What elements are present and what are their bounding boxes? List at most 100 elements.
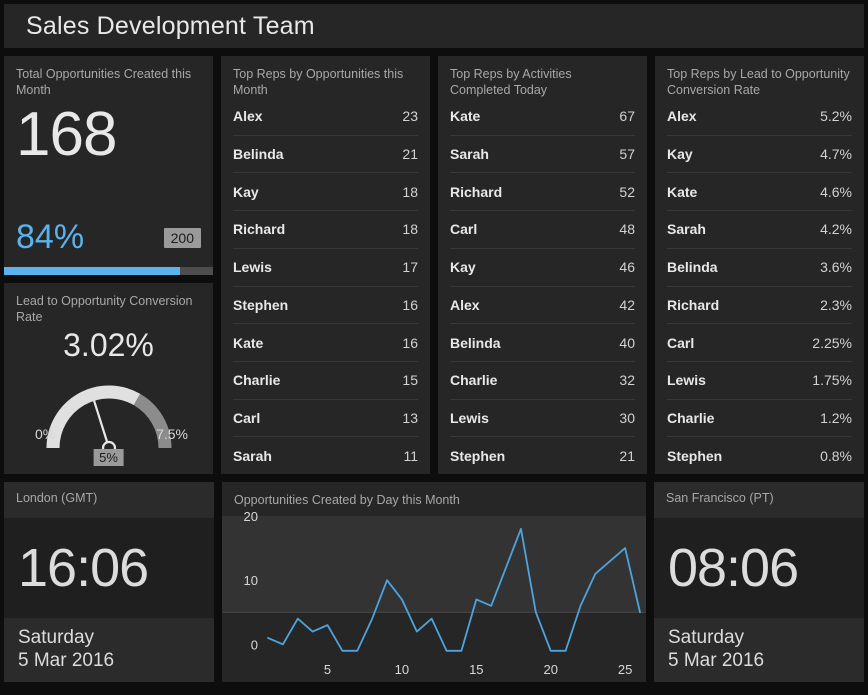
table-row[interactable]: Lewis 30 [450, 399, 635, 437]
chart-x-tick-label: 25 [618, 662, 632, 677]
rep-value: 48 [619, 221, 635, 237]
rep-value: 4.6% [820, 184, 852, 200]
total-opportunities-widget: Total Opportunities Created this Month 1… [4, 56, 213, 275]
table-row[interactable]: Charlie32 [450, 361, 635, 399]
rep-value: 52 [619, 184, 635, 200]
clock-london-datestr: 5 Mar 2016 [18, 649, 200, 672]
target-badge: 200 [164, 228, 201, 248]
table-row[interactable]: Stephen 21 [450, 436, 635, 474]
chart-y-tick-label: 0 [251, 637, 258, 652]
rep-name: Carl [667, 335, 694, 351]
gauge-graphic-wrap: 0% 7.5% 5% [4, 364, 213, 474]
table-row[interactable]: Carl48 [450, 210, 635, 248]
chart-plot-area: 01020510152025 [222, 510, 646, 682]
leaderboard-conversion: Top Reps by Lead to Opportunity Conversi… [655, 56, 864, 474]
gauge-target-badge: 5% [93, 449, 124, 466]
table-row[interactable]: Kay4.7% [667, 135, 852, 173]
table-row[interactable]: Belinda21 [233, 135, 418, 173]
page-title: Sales Development Team [26, 12, 315, 41]
rep-name: Sarah [667, 221, 706, 237]
table-row[interactable]: Kate4.6% [667, 172, 852, 210]
table-row[interactable]: Kay 18 [233, 172, 418, 210]
table-row[interactable]: Belinda40 [450, 323, 635, 361]
rep-name: Charlie [233, 372, 280, 388]
rep-value: 30 [619, 410, 635, 426]
leaderboard-activities: Top Reps by Activities Completed Today K… [438, 56, 647, 474]
rep-value: 46 [619, 259, 635, 275]
rep-value: 18 [402, 221, 418, 237]
rep-name: Kate [233, 335, 263, 351]
rep-name: Stephen [233, 297, 288, 313]
table-row[interactable]: Stephen16 [233, 286, 418, 324]
dashboard-header: Sales Development Team [4, 4, 864, 48]
table-row[interactable]: Charlie1.2% [667, 399, 852, 437]
clock-sf-date: Saturday 5 Mar 2016 [654, 618, 864, 682]
chart-band [222, 516, 646, 612]
total-opportunities-footer: 84% 200 [4, 218, 213, 267]
leaderboard-conversion-title: Top Reps by Lead to Opportunity Conversi… [655, 56, 864, 98]
table-row[interactable]: Lewis17 [233, 248, 418, 286]
table-row[interactable]: Carl2.25% [667, 323, 852, 361]
rep-value: 23 [402, 108, 418, 124]
table-row[interactable]: Kay46 [450, 248, 635, 286]
rep-name: Belinda [450, 335, 501, 351]
table-row[interactable]: Alex42 [450, 286, 635, 324]
leaderboard-opportunities-title: Top Reps by Opportunities this Month [221, 56, 430, 98]
rep-name: Stephen [450, 448, 505, 464]
clock-london-date: Saturday 5 Mar 2016 [4, 618, 214, 682]
chart-title: Opportunities Created by Day this Month [222, 482, 646, 508]
rep-name: Sarah [450, 146, 489, 162]
table-row[interactable]: Alex5.2% [667, 98, 852, 135]
table-row[interactable]: Sarah11 [233, 436, 418, 474]
rep-name: Kay [667, 146, 693, 162]
rep-value: 1.75% [812, 372, 852, 388]
rep-name: Kay [233, 184, 259, 200]
chart-y-tick-label: 20 [244, 510, 258, 524]
rep-name: Charlie [450, 372, 497, 388]
chart-x-tick-label: 15 [469, 662, 483, 677]
rep-value: 42 [619, 297, 635, 313]
leaderboard-opportunities-rows: Alex23Belinda21Kay18Richard18Lewis17Step… [221, 98, 430, 474]
rep-value: 15 [402, 372, 418, 388]
rep-name: Richard [667, 297, 719, 313]
rep-name: Belinda [233, 146, 284, 162]
progress-bar [4, 267, 213, 275]
rep-value: 1.2% [820, 410, 852, 426]
table-row[interactable]: Sarah57 [450, 135, 635, 173]
table-row[interactable]: Charlie 15 [233, 361, 418, 399]
rep-name: Carl [233, 410, 260, 426]
table-row[interactable]: Richard2.3% [667, 286, 852, 324]
rep-value: 13 [402, 410, 418, 426]
clock-london: London (GMT) 16:06 Saturday 5 Mar 2016 [4, 482, 214, 682]
rep-name: Lewis [233, 259, 272, 275]
table-row[interactable]: Richard18 [233, 210, 418, 248]
clock-london-label: London (GMT) [4, 482, 214, 518]
rep-value: 21 [619, 448, 635, 464]
chart-x-tick-label: 5 [324, 662, 331, 677]
total-opportunities-value: 168 [4, 98, 213, 166]
table-row[interactable]: Lewis1.75% [667, 361, 852, 399]
chart-x-tick-label: 10 [395, 662, 409, 677]
rep-value: 18 [402, 184, 418, 200]
gauge-max-label: 7.5% [156, 426, 188, 442]
table-row[interactable]: Carl 13 [233, 399, 418, 437]
clock-sf-datestr: 5 Mar 2016 [668, 649, 850, 672]
clock-sf-time: 08:06 [654, 518, 864, 618]
table-row[interactable]: Stephen0.8% [667, 436, 852, 474]
rep-value: 16 [402, 335, 418, 351]
rep-name: Lewis [450, 410, 489, 426]
table-row[interactable]: Alex23 [233, 98, 418, 135]
clock-london-day: Saturday [18, 626, 200, 649]
total-opportunities-title: Total Opportunities Created this Month [4, 56, 213, 98]
leaderboard-activities-rows: Kate67Sarah57Richard52Carl48Kay46Alex42B… [438, 98, 647, 474]
rep-name: Belinda [667, 259, 718, 275]
table-row[interactable]: Kate67 [450, 98, 635, 135]
table-row[interactable]: Belinda3.6% [667, 248, 852, 286]
table-row[interactable]: Richard52 [450, 172, 635, 210]
table-row[interactable]: Sarah4.2% [667, 210, 852, 248]
progress-percent-label: 84% [16, 218, 84, 257]
conversion-rate-gauge-widget: Lead to Opportunity Conversion Rate 3.02… [4, 283, 213, 474]
clock-sf-label: San Francisco (PT) [654, 482, 864, 518]
leaderboard-conversion-rows: Alex5.2%Kay4.7%Kate4.6%Sarah4.2%Belinda3… [655, 98, 864, 474]
table-row[interactable]: Kate 16 [233, 323, 418, 361]
